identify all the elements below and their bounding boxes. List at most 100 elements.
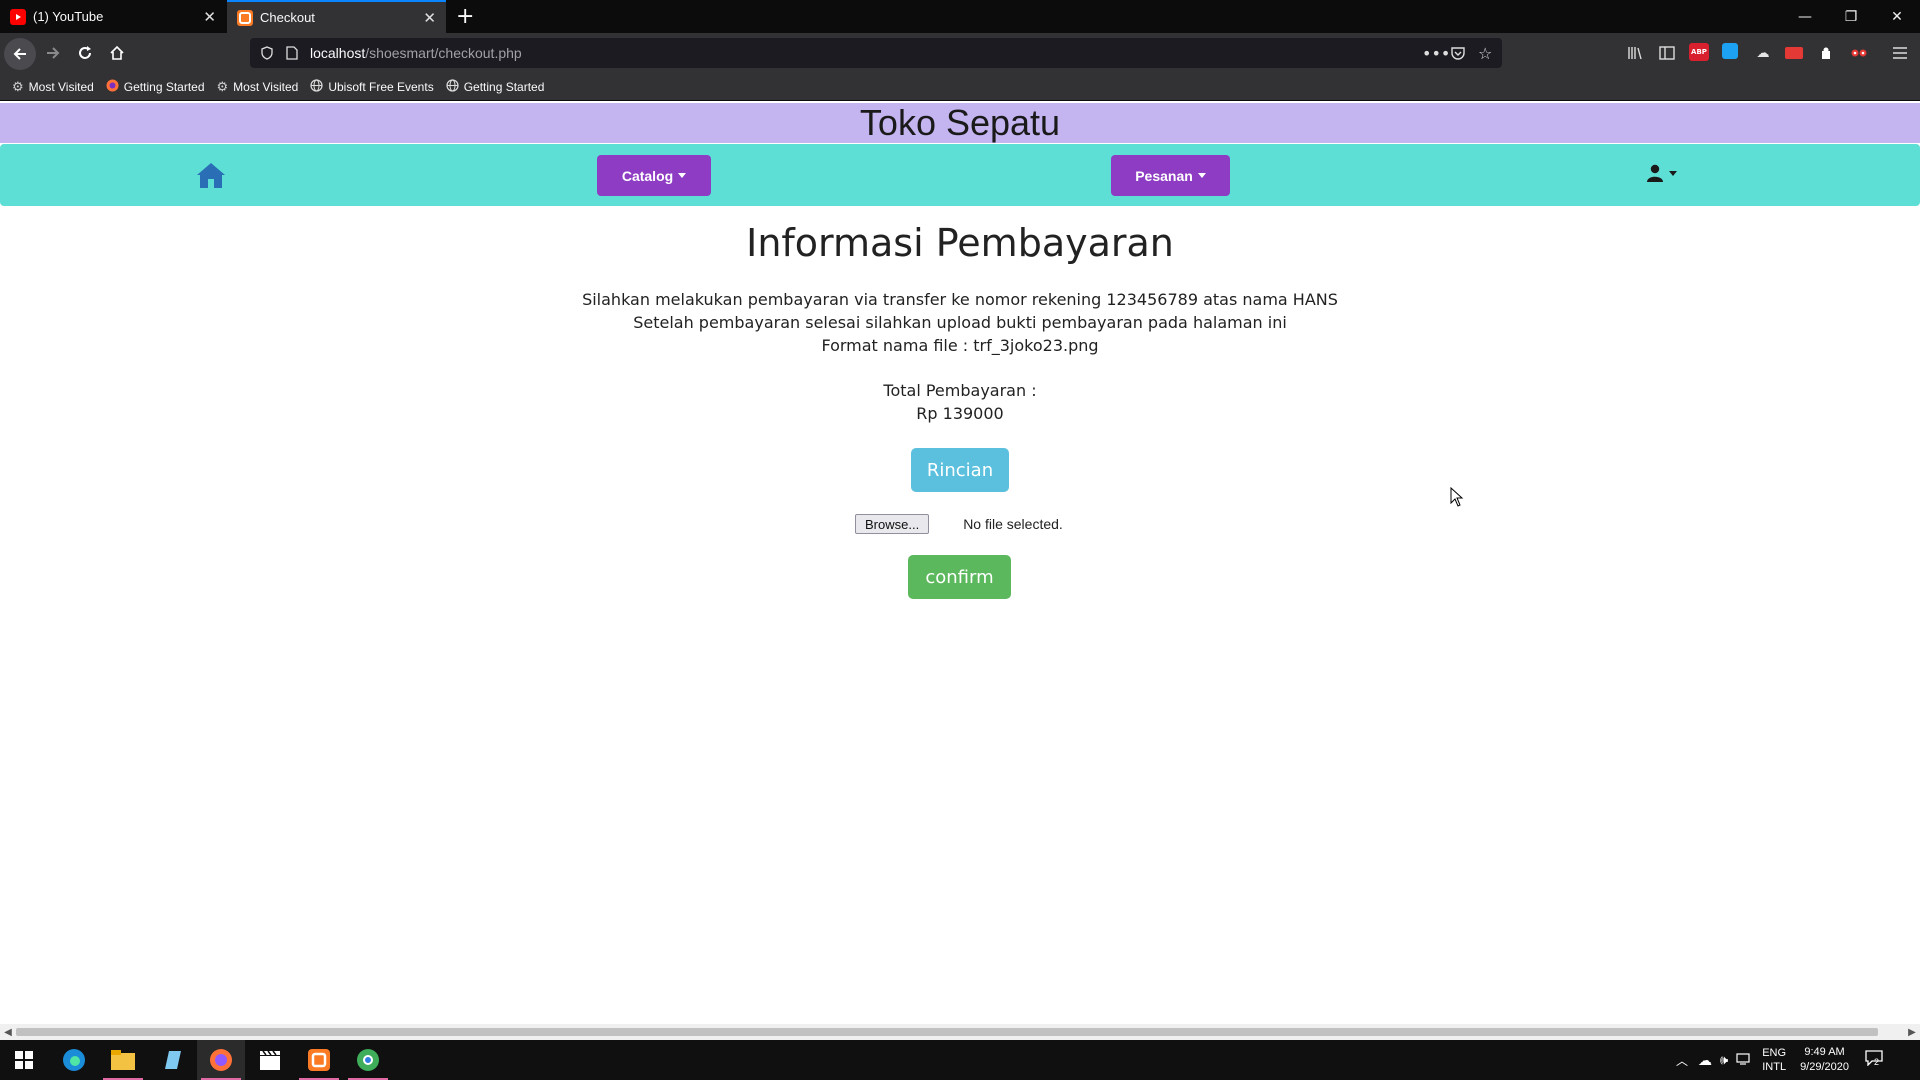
- extension-cloud-icon[interactable]: ☁: [1753, 43, 1773, 63]
- back-icon[interactable]: [4, 38, 36, 70]
- adblock-plus-icon[interactable]: ABP: [1689, 43, 1709, 61]
- restore-icon[interactable]: ❐: [1828, 0, 1874, 33]
- chevron-down-icon: [1669, 170, 1677, 176]
- new-tab-icon[interactable]: +: [456, 4, 474, 29]
- payment-instruction-line2: Setelah pembayaran selesai silahkan uplo…: [633, 313, 1287, 332]
- catalog-dropdown-button[interactable]: Catalog: [597, 155, 711, 196]
- shield-icon[interactable]: [260, 46, 276, 60]
- close-tab-icon[interactable]: ✕: [423, 9, 436, 27]
- minimize-icon[interactable]: —: [1782, 0, 1828, 33]
- extension-eyes-icon[interactable]: [1849, 43, 1869, 63]
- youtube-extension-icon[interactable]: [1785, 47, 1803, 59]
- bookmark-label: Most Visited: [233, 79, 299, 94]
- chevron-up-icon[interactable]: ︿: [1676, 1052, 1688, 1069]
- network-icon[interactable]: [1736, 1052, 1750, 1068]
- chevron-down-icon: [1197, 173, 1206, 178]
- pesanan-dropdown-button[interactable]: Pesanan: [1111, 155, 1230, 196]
- url-path: /shoesmart/checkout.php: [365, 45, 522, 61]
- firefox-icon: [106, 79, 119, 95]
- bookmark-most-visited[interactable]: ⚙ Most Visited: [12, 79, 94, 95]
- mouse-cursor-icon: [1450, 487, 1464, 507]
- bookmark-getting-started[interactable]: Getting Started: [106, 79, 205, 95]
- windows-taskbar: ︿ ☁ 🕪 ENG INTL 9:49 AM 9/29/2020 2: [0, 1040, 1920, 1080]
- xampp-icon: [237, 9, 253, 26]
- tab-checkout[interactable]: Checkout ✕: [227, 0, 446, 33]
- site-nav: Catalog Pesanan: [0, 144, 1920, 206]
- notepad-icon[interactable]: [148, 1040, 196, 1080]
- windows-start-icon[interactable]: [0, 1040, 48, 1080]
- home-icon[interactable]: [102, 39, 132, 67]
- youtube-icon: [10, 8, 26, 25]
- scrollbar-thumb[interactable]: [16, 1028, 1878, 1036]
- bookmark-getting-started-2[interactable]: Getting Started: [446, 78, 545, 95]
- catalog-label: Catalog: [621, 167, 674, 184]
- onedrive-cloud-icon[interactable]: ☁: [1698, 1052, 1712, 1069]
- user-icon: [1647, 164, 1663, 182]
- keyboard-layout: INTL: [1762, 1061, 1787, 1073]
- url-host: localhost: [310, 45, 366, 61]
- forward-icon[interactable]: [38, 39, 68, 67]
- file-upload-field[interactable]: Browse... No file selected.: [855, 513, 1063, 535]
- close-window-icon[interactable]: ✕: [1874, 0, 1920, 33]
- scroll-left-icon[interactable]: ◀: [0, 1024, 16, 1040]
- chrome-icon[interactable]: [344, 1040, 392, 1080]
- language-code: ENG: [1762, 1047, 1787, 1059]
- notification-count: 2: [1874, 1057, 1880, 1067]
- file-status: No file selected.: [963, 516, 1063, 532]
- page-title: Informasi Pembayaran: [746, 221, 1174, 265]
- bookmark-label: Getting Started: [463, 79, 545, 94]
- browser-tab-bar: (1) YouTube ✕ Checkout ✕ + — ❐ ✕: [0, 0, 1920, 33]
- edge-icon[interactable]: [50, 1040, 98, 1080]
- bookmark-most-visited-2[interactable]: ⚙ Most Visited: [217, 79, 299, 95]
- hamburger-menu-icon[interactable]: [1890, 43, 1910, 63]
- library-icon[interactable]: [1625, 43, 1645, 63]
- total-label: Total Pembayaran :: [883, 381, 1037, 400]
- page-content: Toko Sepatu Catalog Pesanan Informasi Pe…: [0, 101, 1920, 1024]
- rincian-button[interactable]: Rincian: [911, 448, 1009, 492]
- page-actions-icon[interactable]: •••: [1422, 44, 1450, 63]
- home-icon[interactable]: [196, 161, 226, 189]
- tab-title: Checkout: [260, 10, 315, 25]
- payment-instruction-line1: Silahkan melakukan pembayaran via transf…: [582, 290, 1338, 309]
- globe-icon: [310, 78, 323, 95]
- pocket-icon[interactable]: [1450, 45, 1466, 61]
- bookmark-label: Ubisoft Free Events: [328, 79, 434, 94]
- extension-blue-icon[interactable]: [1722, 43, 1738, 59]
- sidebar-icon[interactable]: [1657, 43, 1677, 63]
- bookmark-label: Most Visited: [28, 79, 94, 94]
- tab-title: (1) YouTube: [33, 9, 104, 24]
- clock-date: 9/29/2020: [1800, 1061, 1849, 1073]
- globe-icon: [446, 78, 459, 95]
- site-brand-bar: Toko Sepatu: [0, 103, 1920, 143]
- scroll-right-icon[interactable]: ▶: [1904, 1024, 1920, 1040]
- gear-icon: ⚙: [216, 78, 229, 94]
- confirm-button[interactable]: confirm: [908, 555, 1011, 599]
- clapper-icon[interactable]: [246, 1040, 294, 1080]
- url-bar[interactable]: localhost /shoesmart/checkout.php ••• ☆: [250, 38, 1502, 68]
- pesanan-label: Pesanan: [1135, 167, 1193, 184]
- action-center-icon[interactable]: 2: [1865, 1050, 1885, 1070]
- xampp-icon[interactable]: [295, 1040, 343, 1080]
- bookmark-ubisoft-free-events[interactable]: Ubisoft Free Events: [310, 78, 434, 95]
- bookmark-label: Getting Started: [123, 79, 205, 94]
- horizontal-scrollbar[interactable]: ◀ ▶: [0, 1024, 1920, 1040]
- reload-icon[interactable]: [70, 39, 100, 67]
- browse-button[interactable]: Browse...: [855, 514, 930, 534]
- language-indicator[interactable]: ENG INTL: [1762, 1046, 1786, 1074]
- clock[interactable]: 9:49 AM 9/29/2020: [1800, 1045, 1849, 1075]
- close-tab-icon[interactable]: ✕: [203, 8, 216, 26]
- volume-icon[interactable]: 🕪: [1720, 1052, 1728, 1068]
- file-explorer-icon[interactable]: [99, 1040, 147, 1080]
- user-menu-dropdown[interactable]: [1646, 164, 1677, 182]
- tab-youtube[interactable]: (1) YouTube ✕: [0, 0, 226, 33]
- site-title: Toko Sepatu: [859, 102, 1061, 143]
- extension-puzzle-icon[interactable]: [1817, 43, 1837, 63]
- bookmarks-toolbar: ⚙ Most Visited Getting Started ⚙ Most Vi…: [0, 73, 1920, 101]
- bookmark-star-icon[interactable]: ☆: [1478, 44, 1492, 63]
- firefox-icon[interactable]: [197, 1040, 245, 1080]
- file-format-note: Format nama file : trf_3joko23.png: [821, 336, 1099, 355]
- system-tray: ︿ ☁ 🕪 ENG INTL 9:49 AM 9/29/2020 2: [1676, 1040, 1885, 1080]
- page-info-icon[interactable]: [286, 46, 302, 60]
- gear-icon: ⚙: [12, 78, 24, 94]
- clock-time: 9:49 AM: [1804, 1046, 1845, 1058]
